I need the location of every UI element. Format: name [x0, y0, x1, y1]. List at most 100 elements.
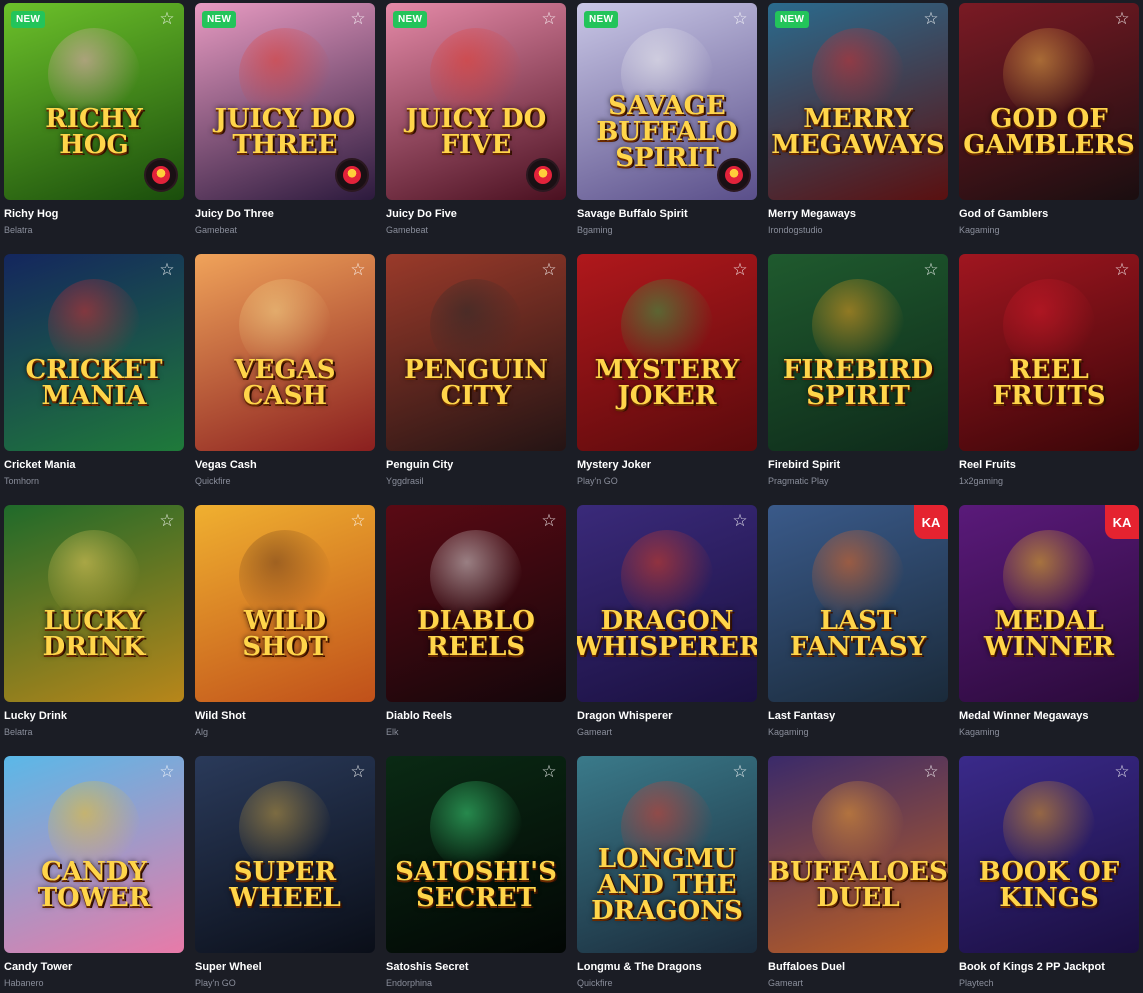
game-title[interactable]: Super Wheel	[195, 961, 375, 975]
game-thumbnail[interactable]: God of Gamblers ☆	[959, 3, 1139, 200]
game-thumbnail[interactable]: Merry Megaways NEW ☆	[768, 3, 948, 200]
game-card[interactable]: Mystery Joker ☆ Mystery Joker Play'n GO	[577, 254, 757, 505]
game-card[interactable]: Merry Megaways NEW ☆ Merry Megaways Irondogs…	[768, 3, 948, 254]
game-card[interactable]: Lucky Drink ☆ Lucky Drink Belatra	[4, 505, 184, 756]
game-card[interactable]: Medal Winner KA Medal Winner Megaways Kagam…	[959, 505, 1139, 756]
game-title[interactable]: Last Fantasy	[768, 710, 948, 724]
favorite-star-icon[interactable]: ☆	[158, 763, 176, 781]
game-thumbnail[interactable]: Dragon Whisperer ☆	[577, 505, 757, 702]
favorite-star-icon[interactable]: ☆	[731, 763, 749, 781]
game-thumbnail[interactable]: Savage Buffalo Spirit NEW ☆	[577, 3, 757, 200]
game-title[interactable]: Reel Fruits	[959, 459, 1139, 473]
game-card[interactable]: Reel Fruits ☆ Reel Fruits 1x2gaming	[959, 254, 1139, 505]
favorite-star-icon[interactable]: ☆	[349, 512, 367, 530]
game-title[interactable]: Firebird Spirit	[768, 459, 948, 473]
game-art-title: Book of Kings	[978, 856, 1120, 913]
favorite-star-icon[interactable]: ☆	[922, 10, 940, 28]
game-title[interactable]: Vegas Cash	[195, 459, 375, 473]
favorite-star-icon[interactable]: ☆	[1113, 261, 1131, 279]
game-thumbnail[interactable]: Diablo Reels ☆	[386, 505, 566, 702]
game-thumbnail[interactable]: Reel Fruits ☆	[959, 254, 1139, 451]
favorite-star-icon[interactable]: ☆	[922, 763, 940, 781]
favorite-star-icon[interactable]: ☆	[540, 261, 558, 279]
favorite-star-icon[interactable]: ☆	[731, 261, 749, 279]
game-card[interactable]: Longmu and the Dragons ☆ Longmu & The Drag…	[577, 756, 757, 993]
game-card[interactable]: Book of Kings ☆ Book of Kings 2 PP Jackpot…	[959, 756, 1139, 993]
game-card[interactable]: Candy Tower ☆ Candy Tower Habanero	[4, 756, 184, 993]
game-card[interactable]: Penguin City ☆ Penguin City Yggdrasil	[386, 254, 566, 505]
game-title[interactable]: Cricket Mania	[4, 459, 184, 473]
game-card[interactable]: Last Fantasy KA Last Fantasy Kagaming	[768, 505, 948, 756]
game-title[interactable]: Satoshis Secret	[386, 961, 566, 975]
game-thumbnail[interactable]: Firebird Spirit ☆	[768, 254, 948, 451]
favorite-star-icon[interactable]: ☆	[158, 10, 176, 28]
favorite-star-icon[interactable]: ☆	[922, 261, 940, 279]
game-title[interactable]: Mystery Joker	[577, 459, 757, 473]
game-title[interactable]: Juicy Do Five	[386, 208, 566, 222]
favorite-star-icon[interactable]: ☆	[540, 512, 558, 530]
favorite-star-icon[interactable]: ☆	[540, 763, 558, 781]
game-thumbnail[interactable]: Last Fantasy KA	[768, 505, 948, 702]
game-title[interactable]: Medal Winner Megaways	[959, 710, 1139, 724]
game-card[interactable]: Satoshi's Secret ☆ Satoshis Secret Endorphi…	[386, 756, 566, 993]
game-thumbnail[interactable]: Mystery Joker ☆	[577, 254, 757, 451]
favorite-star-icon[interactable]: ☆	[349, 10, 367, 28]
game-title[interactable]: Penguin City	[386, 459, 566, 473]
game-thumbnail[interactable]: Buffaloes Duel ☆	[768, 756, 948, 953]
favorite-star-icon[interactable]: ☆	[158, 261, 176, 279]
game-thumbnail[interactable]: Lucky Drink ☆	[4, 505, 184, 702]
game-card[interactable]: Buffaloes Duel ☆ Buffaloes Duel Gameart	[768, 756, 948, 993]
game-card[interactable]: Juicy Do Three NEW ☆ Juicy Do Three Gamebeat	[195, 3, 375, 254]
game-card[interactable]: Super Wheel ☆ Super Wheel Play'n GO	[195, 756, 375, 993]
game-title[interactable]: Candy Tower	[4, 961, 184, 975]
game-thumbnail[interactable]: Vegas Cash ☆	[195, 254, 375, 451]
game-title[interactable]: Juicy Do Three	[195, 208, 375, 222]
favorite-star-icon[interactable]: ☆	[1113, 763, 1131, 781]
game-title[interactable]: Richy Hog	[4, 208, 184, 222]
game-thumbnail[interactable]: Satoshi's Secret ☆	[386, 756, 566, 953]
favorite-star-icon[interactable]: ☆	[731, 512, 749, 530]
game-title[interactable]: God of Gamblers	[959, 208, 1139, 222]
game-thumbnail[interactable]: Penguin City ☆	[386, 254, 566, 451]
game-card[interactable]: Juicy Do Five NEW ☆ Juicy Do Five Gamebeat	[386, 3, 566, 254]
game-thumbnail[interactable]: Medal Winner KA	[959, 505, 1139, 702]
game-card[interactable]: Wild Shot ☆ Wild Shot Alg	[195, 505, 375, 756]
game-card[interactable]: God of Gamblers ☆ God of Gamblers Kagaming	[959, 3, 1139, 254]
game-title[interactable]: Diablo Reels	[386, 710, 566, 724]
favorite-star-icon[interactable]: ☆	[731, 10, 749, 28]
favorite-star-icon[interactable]: ☆	[158, 512, 176, 530]
game-thumbnail[interactable]: Wild Shot ☆	[195, 505, 375, 702]
new-badge: NEW	[11, 11, 46, 28]
game-title[interactable]: Book of Kings 2 PP Jackpot	[959, 961, 1139, 975]
game-card[interactable]: Vegas Cash ☆ Vegas Cash Quickfire	[195, 254, 375, 505]
game-thumbnail[interactable]: Richy Hog NEW ☆	[4, 3, 184, 200]
game-thumbnail[interactable]: Candy Tower ☆	[4, 756, 184, 953]
game-title[interactable]: Buffaloes Duel	[768, 961, 948, 975]
favorite-star-icon[interactable]: ☆	[349, 763, 367, 781]
game-thumbnail[interactable]: Book of Kings ☆	[959, 756, 1139, 953]
game-art-title: Longmu and the Dragons	[591, 843, 743, 926]
game-thumbnail[interactable]: Juicy Do Five NEW ☆	[386, 3, 566, 200]
favorite-star-icon[interactable]: ☆	[540, 10, 558, 28]
game-title[interactable]: Lucky Drink	[4, 710, 184, 724]
game-title[interactable]: Wild Shot	[195, 710, 375, 724]
game-card[interactable]: Diablo Reels ☆ Diablo Reels Elk	[386, 505, 566, 756]
game-provider: Elk	[386, 727, 399, 737]
game-provider: Gameart	[577, 727, 613, 737]
game-thumbnail[interactable]: Longmu and the Dragons ☆	[577, 756, 757, 953]
game-card[interactable]: Richy Hog NEW ☆ Richy Hog Belatra	[4, 3, 184, 254]
game-title[interactable]: Longmu & The Dragons	[577, 961, 757, 975]
favorite-star-icon[interactable]: ☆	[1113, 10, 1131, 28]
game-card[interactable]: Firebird Spirit ☆ Firebird Spirit Pragmatic…	[768, 254, 948, 505]
game-thumbnail[interactable]: Super Wheel ☆	[195, 756, 375, 953]
provider-logo-mark	[725, 166, 743, 184]
game-card[interactable]: Dragon Whisperer ☆ Dragon Whisperer Gameart	[577, 505, 757, 756]
game-title[interactable]: Merry Megaways	[768, 208, 948, 222]
favorite-star-icon[interactable]: ☆	[349, 261, 367, 279]
game-thumbnail[interactable]: Juicy Do Three NEW ☆	[195, 3, 375, 200]
game-card[interactable]: Savage Buffalo Spirit NEW ☆ Savage Buffalo …	[577, 3, 757, 254]
game-thumbnail[interactable]: Cricket Mania ☆	[4, 254, 184, 451]
game-title[interactable]: Dragon Whisperer	[577, 710, 757, 724]
game-title[interactable]: Savage Buffalo Spirit	[577, 208, 757, 222]
game-card[interactable]: Cricket Mania ☆ Cricket Mania Tomhorn	[4, 254, 184, 505]
